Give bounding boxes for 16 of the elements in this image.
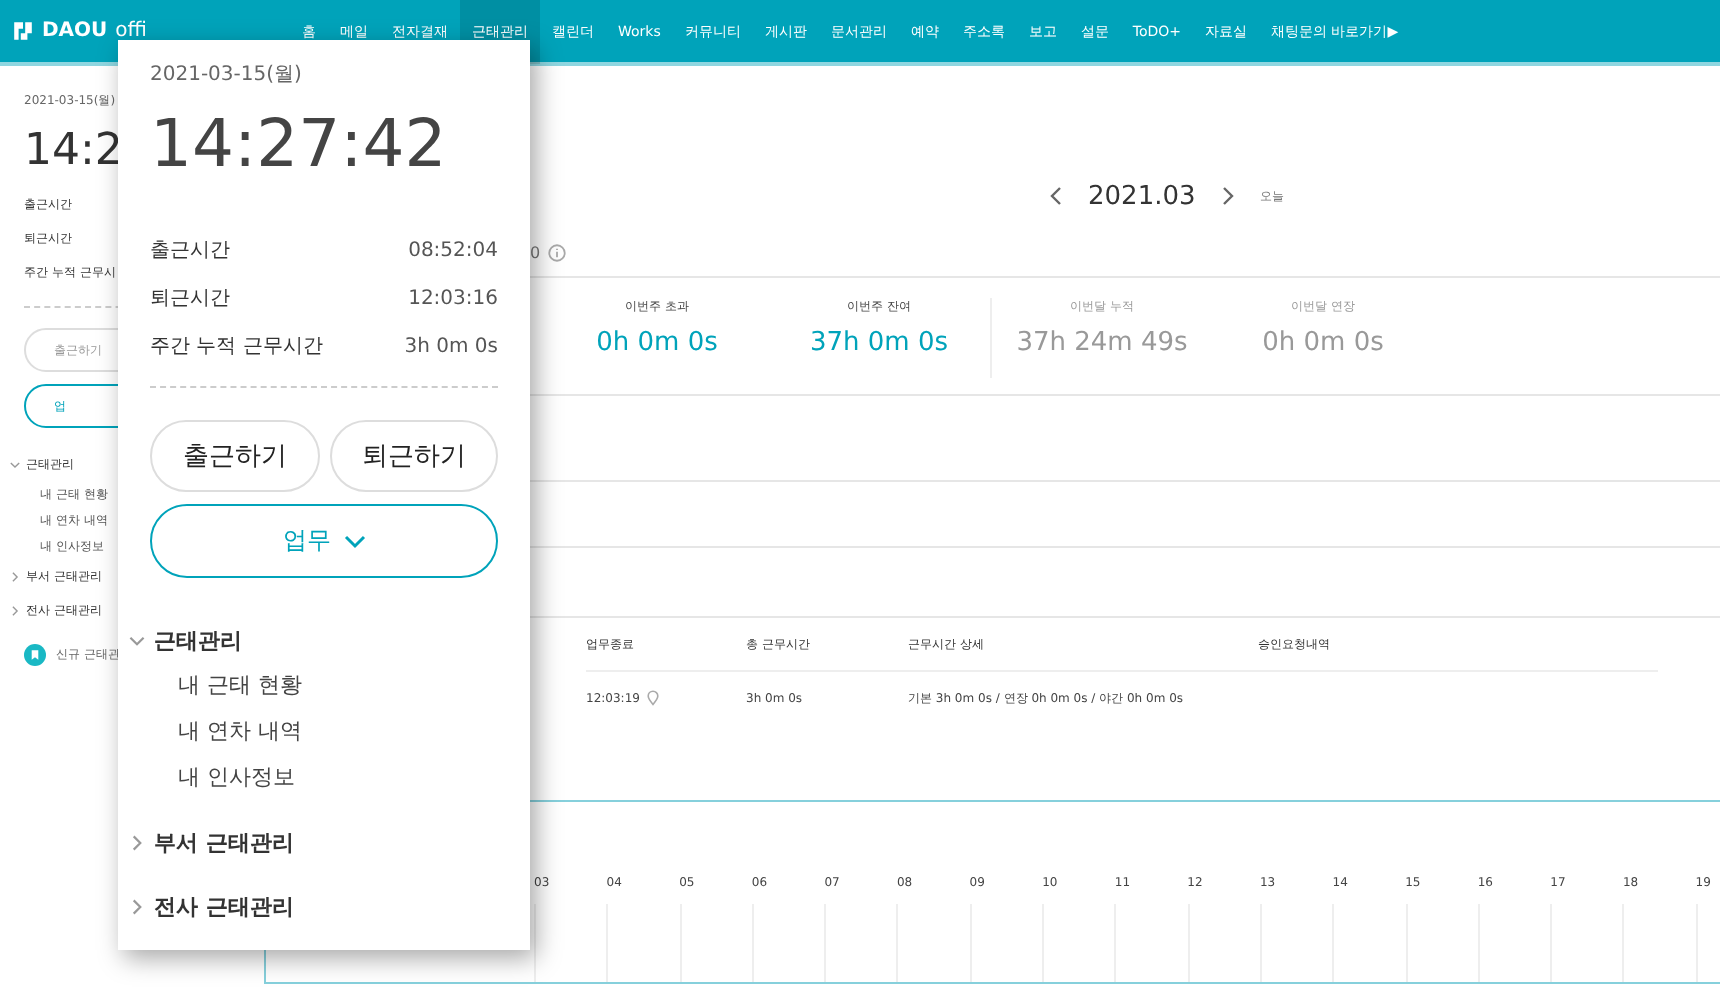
time-label: 퇴근시간 [150,286,230,312]
clock-text: 14:27:42 [150,104,449,182]
month-title: 2021.03 [1088,181,1196,211]
date-text: 2021-03-15(월) [150,62,304,88]
stat-value: 0h 0m 0s [596,328,718,358]
time-value: 12:03:16 [408,287,498,309]
logo-text: DAOU [42,20,108,42]
stat-value: 37h 24m 49s [1016,328,1188,358]
time-label: 출근시간 [150,238,230,264]
time-value: 3h 0m 0s [404,335,498,357]
value-text: 0 [530,243,541,261]
logo-text: offi [115,20,147,42]
stat-value: 0h 0m 0s [1262,328,1384,358]
stat-value: 37h 0m 0s [809,328,949,358]
time-label: 주간 누적 근무시간 [150,334,323,360]
time-value: 08:52:04 [408,239,498,261]
